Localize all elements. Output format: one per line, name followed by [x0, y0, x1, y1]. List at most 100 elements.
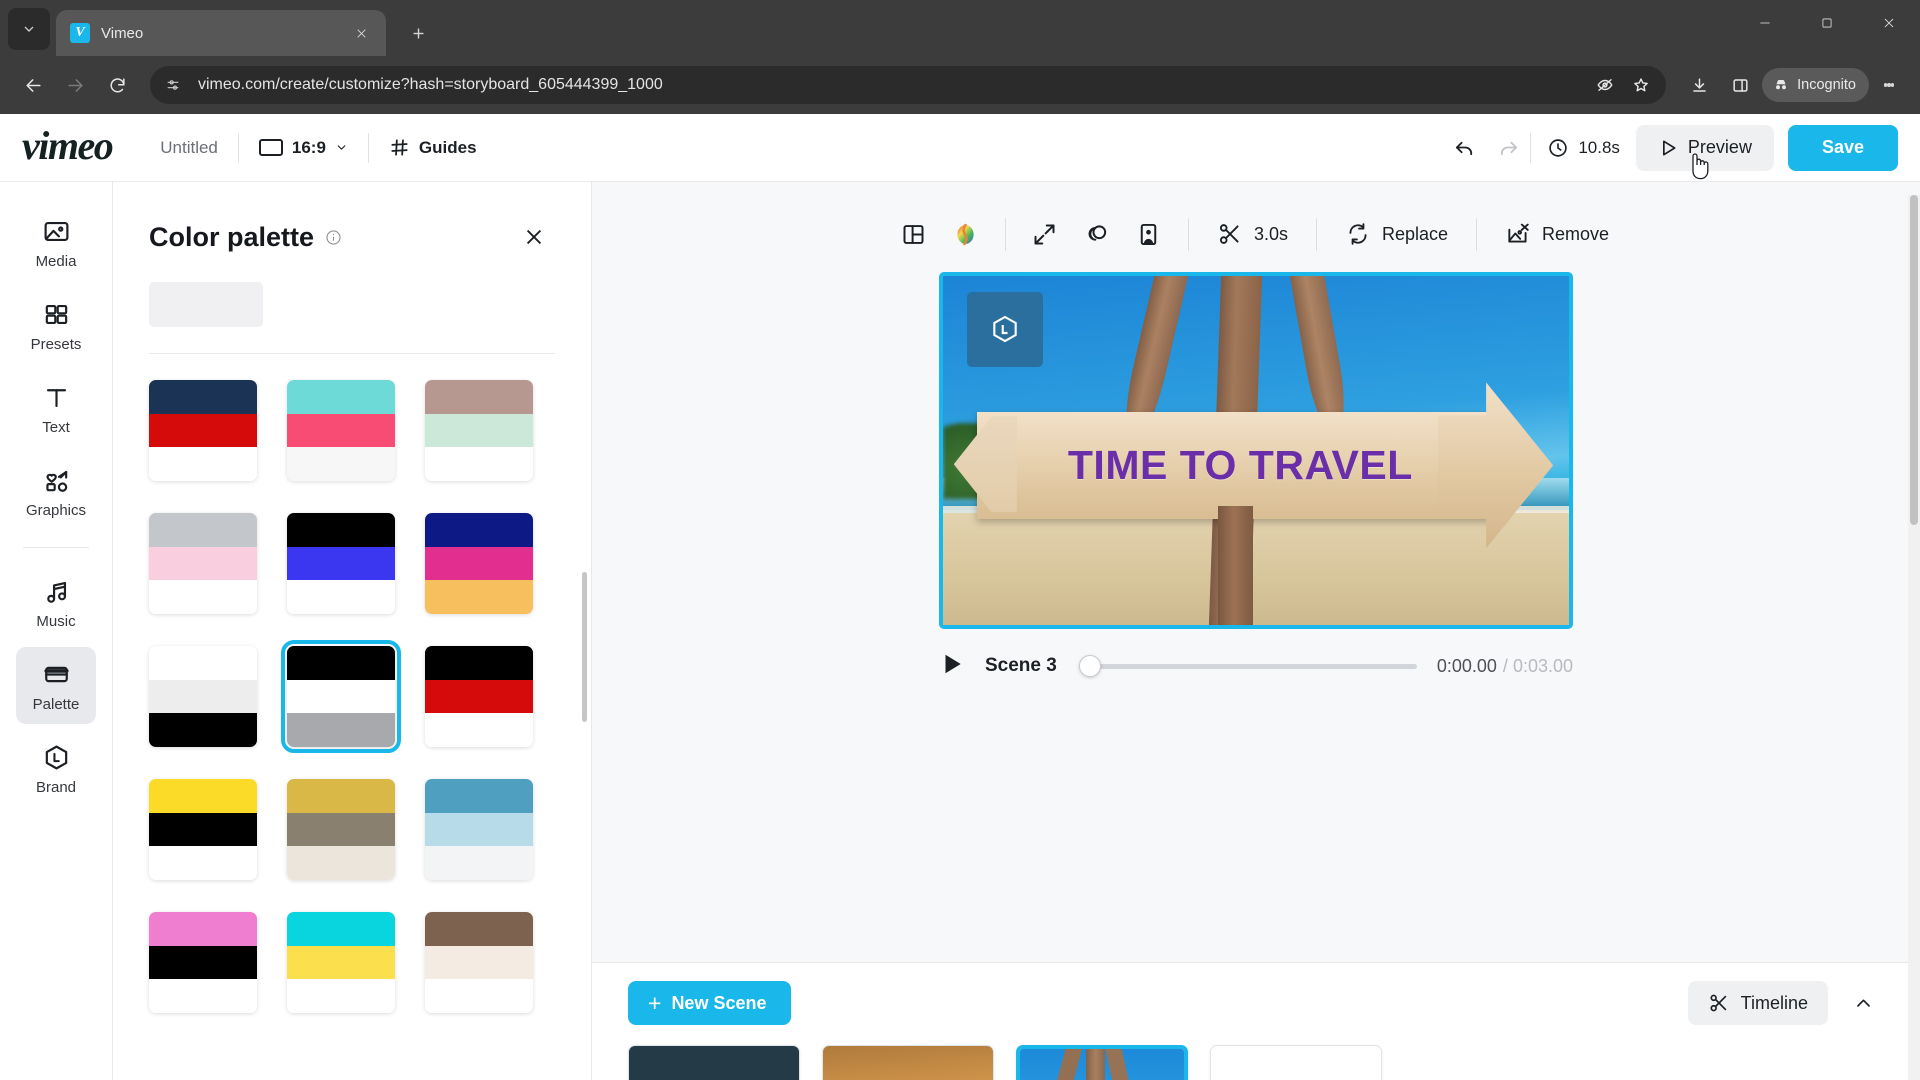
new-tab-button[interactable] [400, 15, 436, 51]
project-title-text: Untitled [160, 137, 218, 157]
add-brand-card[interactable]: Add brand [1210, 1045, 1382, 1080]
aspect-ratio-selector[interactable]: 16:9 [239, 131, 368, 165]
play-button[interactable] [939, 651, 969, 681]
side-panel-button[interactable] [1721, 66, 1759, 104]
new-scene-label: New Scene [671, 992, 767, 1013]
replace-label: Replace [1381, 223, 1449, 244]
color-wheel-button[interactable] [940, 208, 992, 260]
scrubber-handle[interactable] [1078, 655, 1101, 677]
trim-button[interactable]: 3.0s [1202, 208, 1303, 260]
timeline-toggle-button[interactable]: Timeline [1687, 981, 1828, 1025]
palette-color-band [149, 380, 257, 414]
sidebar-item-brand[interactable]: Brand [16, 730, 96, 807]
palette-swatch-2[interactable] [287, 380, 395, 481]
sidebar-item-music[interactable]: Music [16, 564, 96, 641]
guides-button[interactable]: Guides [369, 131, 497, 165]
project-title[interactable]: Untitled [140, 131, 238, 165]
palette-swatch-3[interactable] [425, 380, 533, 481]
sidebar-item-palette[interactable]: Palette [16, 647, 96, 724]
brand-badge-overlay[interactable] [966, 291, 1044, 367]
address-bar[interactable]: vimeo.com/create/customize?hash=storyboa… [150, 66, 1667, 104]
reload-button[interactable] [98, 66, 136, 104]
guides-grid-icon [391, 139, 408, 156]
text-icon [46, 389, 66, 408]
palette-swatch-6[interactable] [425, 513, 533, 614]
expand-button[interactable] [1019, 208, 1071, 260]
sidebar-item-presets[interactable]: Presets [16, 287, 96, 364]
window-minimize-button[interactable] [1734, 0, 1796, 46]
palette-swatch-11[interactable] [287, 779, 395, 880]
palette-color-band [149, 713, 257, 747]
replace-icon [1349, 223, 1367, 245]
sign-post [1218, 506, 1254, 625]
palette-swatch-7[interactable] [149, 646, 257, 747]
palette-swatch-4[interactable] [149, 513, 257, 614]
forward-button[interactable] [56, 66, 94, 104]
vimeo-logo[interactable]: vimeo [22, 125, 114, 166]
back-button[interactable] [14, 66, 52, 104]
replace-button[interactable]: Replace [1330, 208, 1463, 260]
scrubber[interactable] [1078, 655, 1417, 677]
redo-button[interactable] [1486, 126, 1530, 170]
new-scene-button[interactable]: + New Scene [628, 981, 792, 1025]
palette-color-band [149, 679, 257, 714]
sliders-icon [167, 80, 179, 90]
scene-card-3[interactable]: ME TO TRAVEL 00:03 [1016, 1045, 1188, 1080]
layout-split-button[interactable] [888, 208, 940, 260]
window-maximize-button[interactable] [1796, 0, 1858, 46]
undo-button[interactable] [1442, 126, 1486, 170]
sidebar-item-media[interactable]: Media [16, 204, 96, 281]
panel-close-button[interactable] [517, 220, 551, 254]
page-scrollbar[interactable] [1908, 195, 1920, 1080]
crop-subject-button[interactable] [1123, 208, 1175, 260]
timeline-collapse-button[interactable] [1842, 982, 1884, 1024]
downloads-button[interactable] [1680, 66, 1718, 104]
preview-button[interactable]: Preview [1635, 124, 1774, 179]
color-palette-panel: Color palette [113, 182, 592, 1080]
palette-swatch-1[interactable] [149, 380, 257, 481]
palette-color-band [425, 513, 533, 547]
site-settings-icon[interactable] [158, 70, 188, 100]
scene-card-1[interactable]: 00:03 [628, 1045, 800, 1080]
window-close-button[interactable] [1858, 0, 1920, 46]
palette-icon [43, 666, 69, 683]
tab-search-button[interactable] [8, 8, 50, 50]
incognito-indicator[interactable]: Incognito [1762, 68, 1869, 102]
page-scrollbar-thumb[interactable] [1910, 195, 1918, 525]
browser-menu-button[interactable] [1872, 66, 1906, 104]
scene-card-2[interactable]: 00:05 [822, 1045, 994, 1080]
palette-swatch-12[interactable] [425, 779, 533, 880]
timeline-panel: + New Scene Timeline [592, 962, 1920, 1080]
palette-color-band [149, 546, 257, 581]
redo-icon [1500, 141, 1517, 156]
palette-color-band [287, 979, 395, 1013]
palette-swatch-15[interactable] [425, 912, 533, 1013]
tracking-protection-icon[interactable] [1588, 68, 1622, 102]
plus-icon: + [648, 989, 662, 1016]
scene-thumbnail: ME TO TRAVEL [1020, 1049, 1184, 1080]
palette-swatch-13[interactable] [149, 912, 257, 1013]
panel-scrollbar[interactable] [582, 572, 587, 722]
remove-button[interactable]: Remove [1490, 208, 1624, 260]
arrow-left-icon [25, 78, 41, 92]
current-palette-swatch[interactable] [149, 282, 263, 327]
info-icon[interactable] [325, 229, 342, 246]
preview-label: Preview [1687, 137, 1752, 157]
sidebar-item-graphics[interactable]: Graphics [16, 453, 96, 530]
opacity-button[interactable] [1071, 208, 1123, 260]
palette-swatch-8[interactable] [281, 640, 401, 753]
sidebar-item-text[interactable]: Text [16, 370, 96, 447]
palette-swatch-10[interactable] [149, 779, 257, 880]
divider [149, 353, 555, 354]
tab-strip: V Vimeo [0, 0, 1920, 56]
palette-swatch-5[interactable] [287, 513, 395, 614]
palette-swatch-14[interactable] [287, 912, 395, 1013]
tab-close-button[interactable] [350, 22, 372, 44]
browser-tab-vimeo[interactable]: V Vimeo [56, 10, 386, 56]
palette-swatch-9[interactable] [425, 646, 533, 747]
bookmark-star-icon[interactable] [1624, 68, 1658, 102]
video-canvas[interactable]: TIME TO TRAVEL [939, 272, 1573, 629]
save-button[interactable]: Save [1787, 124, 1898, 171]
main-area: Media Presets Text Graphics Music Palett… [0, 182, 1920, 1080]
scissors-icon [1710, 994, 1726, 1012]
